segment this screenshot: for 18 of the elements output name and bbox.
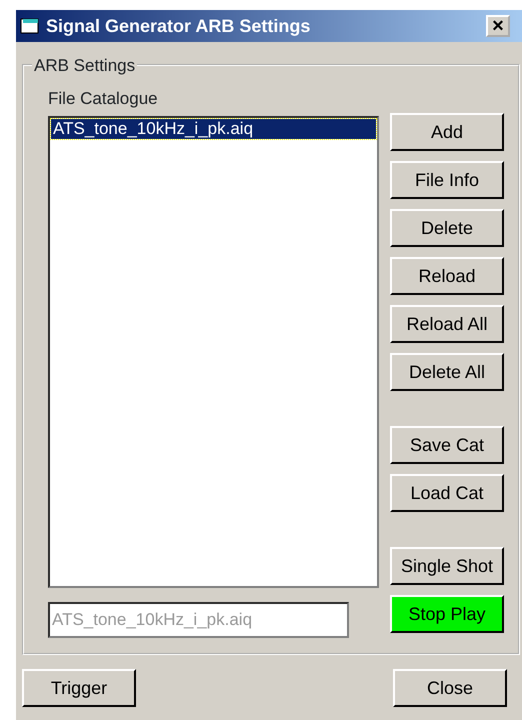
list-item[interactable]: ATS_tone_10kHz_i_pk.aiq	[51, 118, 376, 138]
action-button[interactable]: Stop Play	[390, 595, 504, 633]
file-list[interactable]: ATS_tone_10kHz_i_pk.aiq	[48, 116, 379, 588]
action-button[interactable]: Save Cat	[390, 426, 504, 464]
footer-button[interactable]: Close	[393, 669, 507, 707]
action-button[interactable]: Load Cat	[390, 474, 504, 512]
close-button[interactable]: ×	[486, 15, 510, 37]
footer-button[interactable]: Trigger	[22, 669, 136, 707]
action-button[interactable]: Add	[390, 113, 504, 151]
window-title: Signal Generator ARB Settings	[46, 14, 310, 38]
action-button[interactable]: Single Shot	[390, 547, 504, 585]
action-button[interactable]: Reload	[390, 257, 504, 295]
action-button[interactable]: Reload All	[390, 305, 504, 343]
window-icon	[20, 17, 40, 35]
list-label: File Catalogue	[48, 88, 159, 110]
action-button[interactable]: File Info	[390, 161, 504, 199]
action-button[interactable]: Delete	[390, 209, 504, 247]
action-button[interactable]: Delete All	[390, 353, 504, 391]
